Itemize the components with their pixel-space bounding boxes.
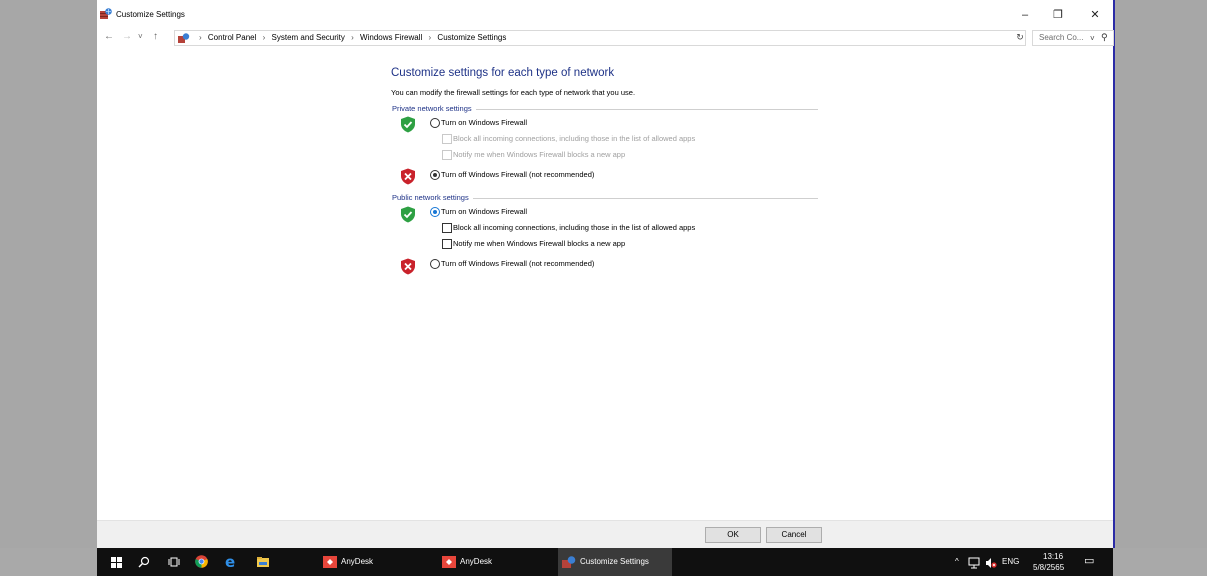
tray-chevron-icon[interactable]: ^ bbox=[955, 557, 959, 566]
dialog-footer: OK Cancel bbox=[97, 520, 1113, 549]
up-arrow-icon[interactable]: ↑ bbox=[153, 30, 158, 44]
firewall-location-icon bbox=[178, 33, 190, 43]
search-placeholder: Search Co... bbox=[1039, 33, 1084, 42]
private-network-heading: Private network settings bbox=[392, 104, 476, 113]
radio-button[interactable] bbox=[430, 259, 440, 269]
back-arrow-icon[interactable]: ← bbox=[104, 30, 114, 44]
minimize-button[interactable]: – bbox=[1011, 6, 1039, 24]
forward-arrow-icon[interactable]: → bbox=[122, 30, 132, 44]
firewall-icon bbox=[562, 556, 576, 568]
notification-icon[interactable]: ▭ bbox=[1084, 554, 1094, 567]
shield-check-icon bbox=[401, 206, 415, 223]
checkbox[interactable] bbox=[442, 150, 452, 160]
remote-desktop-margin-left bbox=[0, 0, 97, 548]
clock-time[interactable]: 13:16 bbox=[1043, 552, 1063, 561]
language-indicator[interactable]: ENG bbox=[1002, 557, 1019, 566]
breadcrumb-customize-settings[interactable]: Customize Settings bbox=[437, 33, 506, 42]
address-bar[interactable]: › Control Panel › System and Security › … bbox=[174, 30, 1095, 46]
breadcrumb-control-panel[interactable]: Control Panel bbox=[208, 33, 256, 42]
title-bar[interactable]: Customize Settings – ❐ ✕ bbox=[97, 0, 1113, 25]
navigation-bar: ← → ˅ ↑ › Control Panel › System and Sec… bbox=[97, 29, 1114, 47]
content-area: Customize settings for each type of netw… bbox=[97, 47, 1113, 520]
checkbox[interactable] bbox=[442, 239, 452, 249]
breadcrumb-windows-firewall[interactable]: Windows Firewall bbox=[360, 33, 422, 42]
page-title: Customize settings for each type of netw… bbox=[391, 67, 615, 79]
radio-button-selected[interactable] bbox=[430, 170, 440, 180]
restore-button[interactable]: ❐ bbox=[1044, 6, 1072, 24]
close-button[interactable]: ✕ bbox=[1081, 6, 1109, 24]
window-title: Customize Settings bbox=[116, 10, 185, 19]
task-view-icon[interactable] bbox=[168, 556, 180, 568]
internet-explorer-icon[interactable]: e bbox=[225, 555, 239, 568]
recent-locations-chevron-icon[interactable]: ˅ bbox=[138, 30, 143, 44]
ok-button[interactable]: OK bbox=[705, 527, 761, 543]
taskbar-app-customize-settings[interactable]: Customize Settings bbox=[558, 548, 672, 576]
search-icon[interactable] bbox=[138, 556, 150, 568]
file-explorer-icon[interactable] bbox=[257, 556, 269, 568]
breadcrumb-separator: › bbox=[262, 33, 266, 42]
network-icon[interactable] bbox=[968, 557, 980, 569]
anydesk-icon bbox=[323, 556, 337, 568]
speaker-muted-icon[interactable] bbox=[985, 557, 997, 569]
chrome-icon[interactable] bbox=[195, 555, 208, 568]
remote-screen-border bbox=[1113, 0, 1115, 548]
shield-x-icon bbox=[401, 258, 415, 275]
taskbar-app-anydesk[interactable]: AnyDesk bbox=[438, 548, 542, 576]
checkbox[interactable] bbox=[442, 134, 452, 144]
breadcrumb-system-and-security[interactable]: System and Security bbox=[272, 33, 345, 42]
search-icon[interactable]: ⚲ bbox=[1101, 32, 1108, 43]
private-network-section-header: Private network settings bbox=[392, 104, 818, 114]
remote-desktop-margin-right bbox=[1116, 0, 1207, 548]
cancel-button[interactable]: Cancel bbox=[766, 527, 822, 543]
breadcrumb-separator: › bbox=[199, 33, 202, 42]
shield-check-icon bbox=[401, 116, 415, 133]
checkbox[interactable] bbox=[442, 223, 452, 233]
taskbar-app-anydesk[interactable]: AnyDesk bbox=[319, 548, 423, 576]
breadcrumb-separator: › bbox=[351, 33, 354, 42]
page-description: You can modify the firewall settings for… bbox=[391, 88, 636, 97]
radio-button-selected[interactable] bbox=[430, 207, 440, 217]
public-network-heading: Public network settings bbox=[392, 193, 473, 202]
refresh-icon[interactable]: ↻ bbox=[1014, 30, 1026, 44]
firewall-app-icon bbox=[100, 8, 112, 19]
breadcrumb-separator: › bbox=[428, 33, 432, 42]
search-input[interactable]: Search Co... ⚲ bbox=[1032, 30, 1114, 46]
breadcrumb: › Control Panel › System and Security › … bbox=[195, 33, 506, 42]
customize-settings-window: Customize Settings – ❐ ✕ ← → ˅ ↑ › Contr… bbox=[97, 0, 1114, 549]
public-network-section-header: Public network settings bbox=[392, 193, 818, 203]
svg-text:e: e bbox=[225, 555, 235, 568]
clock-date[interactable]: 5/8/2565 bbox=[1033, 563, 1064, 572]
shield-x-icon bbox=[401, 168, 415, 185]
windows-start-icon[interactable] bbox=[111, 557, 122, 568]
radio-button[interactable] bbox=[430, 118, 440, 128]
taskbar: e AnyDesk AnyDesk Customize Settings ^ E… bbox=[97, 548, 1113, 576]
anydesk-icon bbox=[442, 556, 456, 568]
